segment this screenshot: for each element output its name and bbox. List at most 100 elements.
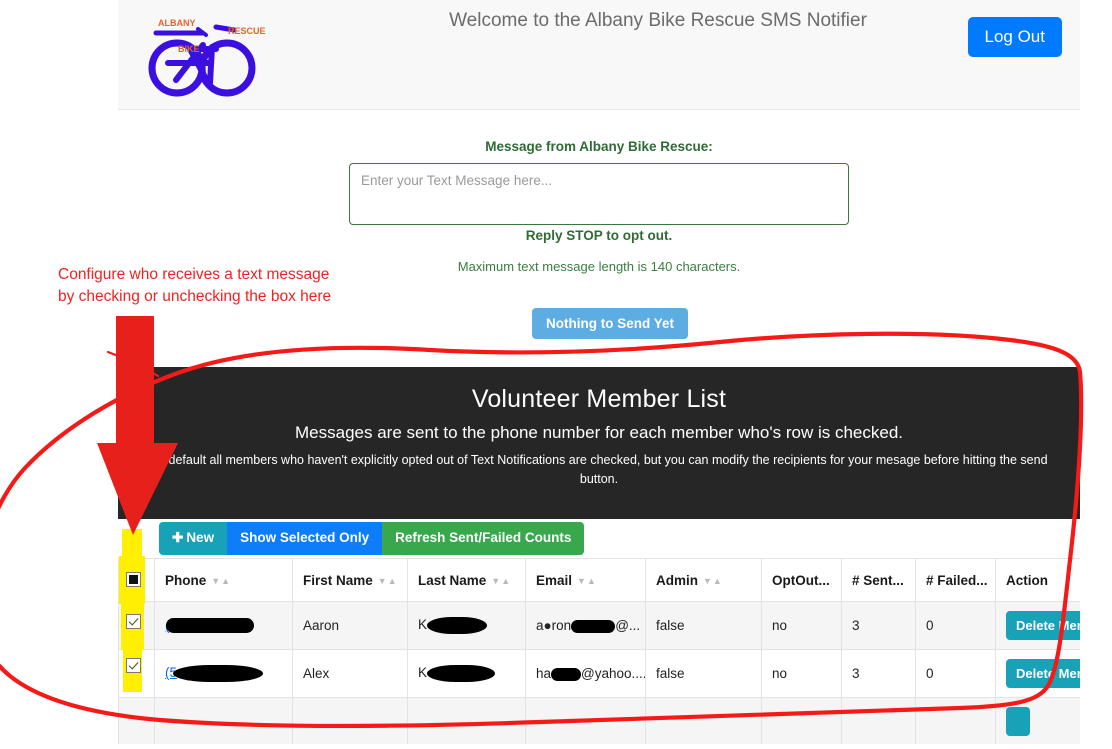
new-member-button[interactable]: ✚ New [159, 522, 228, 555]
header-first-name-label: First Name [303, 572, 373, 588]
cell-failed: 0 [915, 649, 996, 698]
last-name-visible: K [418, 617, 428, 633]
sort-arrows-icon[interactable]: ▼▲ [491, 576, 511, 586]
cell-sent: 3 [841, 649, 916, 698]
cell-admin: false [645, 601, 762, 650]
message-textarea[interactable] [349, 163, 849, 225]
cell-last-name: K [407, 649, 526, 698]
page-header: ALBANY RESCUE BIKE Welcome to the Albany… [118, 0, 1080, 110]
refresh-counts-button[interactable]: Refresh Sent/Failed Counts [382, 522, 585, 555]
redaction-bar [165, 618, 254, 634]
cell-action: Delete Member [995, 649, 1080, 698]
cell-last-name [407, 697, 526, 744]
email-visible: a●ron [536, 618, 572, 633]
page-root: ALBANY RESCUE BIKE Welcome to the Albany… [118, 0, 1080, 744]
member-list-banner: Volunteer Member List Messages are sent … [118, 367, 1080, 519]
header-phone-label: Phone [165, 572, 207, 588]
header-action: Action [995, 558, 1080, 602]
cell-sent: 3 [841, 601, 916, 650]
redaction-bar [551, 667, 582, 681]
table-row-partial [118, 697, 1080, 744]
checkmark-icon [128, 615, 139, 626]
banner-subtitle: Messages are sent to the phone number fo… [295, 423, 903, 442]
cell-phone[interactable] [154, 697, 293, 744]
email-suffix: @... [615, 618, 641, 633]
sort-arrows-icon[interactable]: ▼▲ [703, 576, 723, 586]
highlighted-select-all-checkbox[interactable] [126, 572, 141, 587]
table-header-row: Phone ▼▲ First Name ▼▲ Last Name ▼▲ Email ▼▲… [118, 558, 1080, 602]
cell-optout: no [761, 601, 842, 650]
page-title: Welcome to the Albany Bike Rescue SMS No… [449, 10, 867, 31]
banner-note: By default all members who haven't expli… [150, 453, 1048, 487]
cell-optout: no [761, 649, 842, 698]
header-email[interactable]: Email ▼▲ [525, 558, 646, 602]
plus-icon: ✚ [172, 530, 184, 545]
albany-bike-rescue-logo: ALBANY RESCUE BIKE [138, 5, 278, 105]
indeterminate-square-icon [129, 575, 138, 584]
header-last-name-label: Last Name [418, 572, 487, 588]
cell-failed [915, 697, 996, 744]
table-toolbar: ✚ New Show Selected Only Refresh Sent/Fai… [159, 522, 585, 555]
header-admin[interactable]: Admin ▼▲ [645, 558, 762, 602]
show-selected-only-button[interactable]: Show Selected Only [227, 522, 383, 555]
table-row: (5 Alex K ha @yahoo.... false no 3 0 Dele… [118, 649, 1080, 698]
banner-title: Volunteer Member List [471, 385, 727, 413]
header-optout[interactable]: OptOut... [761, 558, 842, 602]
cell-email: a●ron @... [525, 601, 646, 650]
delete-member-button[interactable]: Delete Member [1006, 611, 1080, 640]
delete-member-button[interactable]: Delete Member [1006, 659, 1080, 688]
sort-arrows-icon[interactable]: ▼▲ [577, 576, 597, 586]
cell-first-name [292, 697, 408, 744]
table-body: ( Aaron K a●ron @... false no 3 0 Delete … [118, 601, 1080, 744]
cell-first-name: Aaron [292, 601, 408, 650]
bike-logo-icon: ALBANY RESCUE BIKE [148, 18, 266, 97]
send-message-button[interactable]: Nothing to Send Yet [532, 308, 688, 339]
logo-label-bike: BIKE [178, 44, 200, 54]
max-length-note: Maximum text message length is 140 chara… [457, 259, 741, 274]
opt-out-note: Reply STOP to opt out. [525, 228, 673, 243]
redaction-bar [571, 619, 616, 633]
row-select-cell[interactable] [118, 649, 155, 698]
sort-arrows-icon[interactable]: ▼▲ [211, 576, 231, 586]
header-email-label: Email [536, 572, 573, 588]
last-name-visible: K [418, 665, 428, 681]
cell-failed: 0 [915, 601, 996, 650]
redaction-bar [427, 665, 496, 682]
cell-sent [841, 697, 916, 744]
row-select-cell[interactable] [118, 697, 155, 744]
message-form-label: Message from Albany Bike Rescue: [485, 139, 713, 154]
cell-admin: false [645, 649, 762, 698]
cell-admin [645, 697, 762, 744]
highlighted-row-checkbox[interactable] [126, 614, 141, 629]
checkmark-icon [128, 659, 139, 670]
header-admin-label: Admin [656, 572, 698, 588]
cell-action [995, 697, 1080, 744]
email-visible: ha [536, 666, 552, 681]
logout-button[interactable]: Log Out [967, 17, 1062, 58]
header-last-name[interactable]: Last Name ▼▲ [407, 558, 526, 602]
redaction-bar [173, 665, 264, 682]
member-table: Phone ▼▲ First Name ▼▲ Last Name ▼▲ Email ▼▲… [118, 558, 1080, 744]
logo-label-rescue: RESCUE [228, 26, 266, 36]
cell-action: Delete Member [995, 601, 1080, 650]
email-suffix: @yahoo.... [581, 666, 646, 681]
header-sent[interactable]: # Sent... [841, 558, 916, 602]
member-table-container[interactable]: Phone ▼▲ First Name ▼▲ Last Name ▼▲ Email ▼▲… [118, 558, 1080, 744]
cell-phone[interactable]: ( [154, 601, 293, 650]
header-failed[interactable]: # Failed... [915, 558, 996, 602]
cell-optout [761, 697, 842, 744]
redaction-bar [427, 617, 488, 634]
cell-first-name: Alex [292, 649, 408, 698]
cell-phone[interactable]: (5 [154, 649, 293, 698]
table-row: ( Aaron K a●ron @... false no 3 0 Delete … [118, 601, 1080, 650]
cell-email [525, 697, 646, 744]
cell-email: ha @yahoo.... [525, 649, 646, 698]
sort-arrows-icon[interactable]: ▼▲ [378, 576, 398, 586]
header-first-name[interactable]: First Name ▼▲ [292, 558, 408, 602]
cell-last-name: K [407, 601, 526, 650]
new-member-label: New [186, 530, 215, 545]
table-header: Phone ▼▲ First Name ▼▲ Last Name ▼▲ Email ▼▲… [118, 558, 1080, 602]
highlighted-row-checkbox[interactable] [126, 658, 141, 673]
delete-member-button[interactable] [1006, 707, 1030, 736]
header-phone[interactable]: Phone ▼▲ [154, 558, 293, 602]
